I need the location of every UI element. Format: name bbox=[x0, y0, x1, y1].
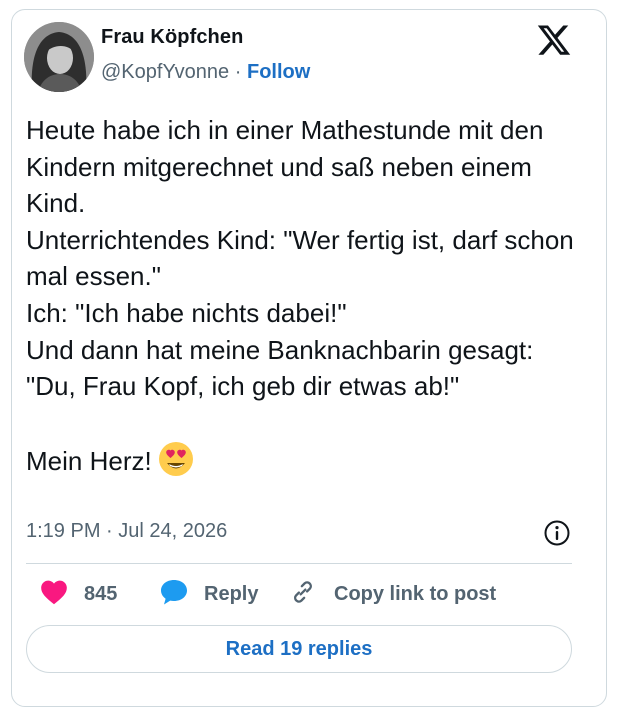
handle-separator: · bbox=[234, 61, 242, 83]
heart-icon bbox=[40, 579, 68, 610]
link-icon bbox=[289, 578, 317, 611]
tweet-timestamp[interactable]: 1:19 PM · Jul 24, 2026 bbox=[26, 520, 227, 543]
tweet-text-block: Heute habe ich in einer Mathestunde mit … bbox=[26, 112, 586, 487]
like-button[interactable]: 845 bbox=[40, 580, 117, 608]
like-count: 845 bbox=[84, 582, 118, 605]
reply-button[interactable]: Reply bbox=[159, 578, 259, 611]
author-handle[interactable]: @KopfYvonne bbox=[101, 61, 229, 83]
copy-link-button[interactable]: Copy link to post bbox=[289, 580, 496, 608]
x-logo-icon[interactable] bbox=[536, 22, 572, 58]
divider bbox=[26, 563, 572, 564]
author-handle-row: @KopfYvonne · Follow bbox=[101, 61, 310, 84]
heart-eyes-emoji-icon bbox=[158, 441, 194, 487]
read-replies-label: Read 19 replies bbox=[225, 637, 373, 660]
copy-link-label: Copy link to post bbox=[334, 582, 497, 605]
tweet-text: Heute habe ich in einer Mathestunde mit … bbox=[26, 115, 574, 477]
info-icon[interactable] bbox=[543, 519, 571, 547]
read-replies-button[interactable]: Read 19 replies bbox=[26, 625, 572, 673]
author-name[interactable]: Frau Köpfchen bbox=[101, 26, 243, 49]
reply-label: Reply bbox=[204, 582, 259, 605]
reply-bubble-icon bbox=[159, 578, 189, 611]
follow-button[interactable]: Follow bbox=[247, 61, 310, 83]
avatar[interactable] bbox=[24, 22, 94, 92]
